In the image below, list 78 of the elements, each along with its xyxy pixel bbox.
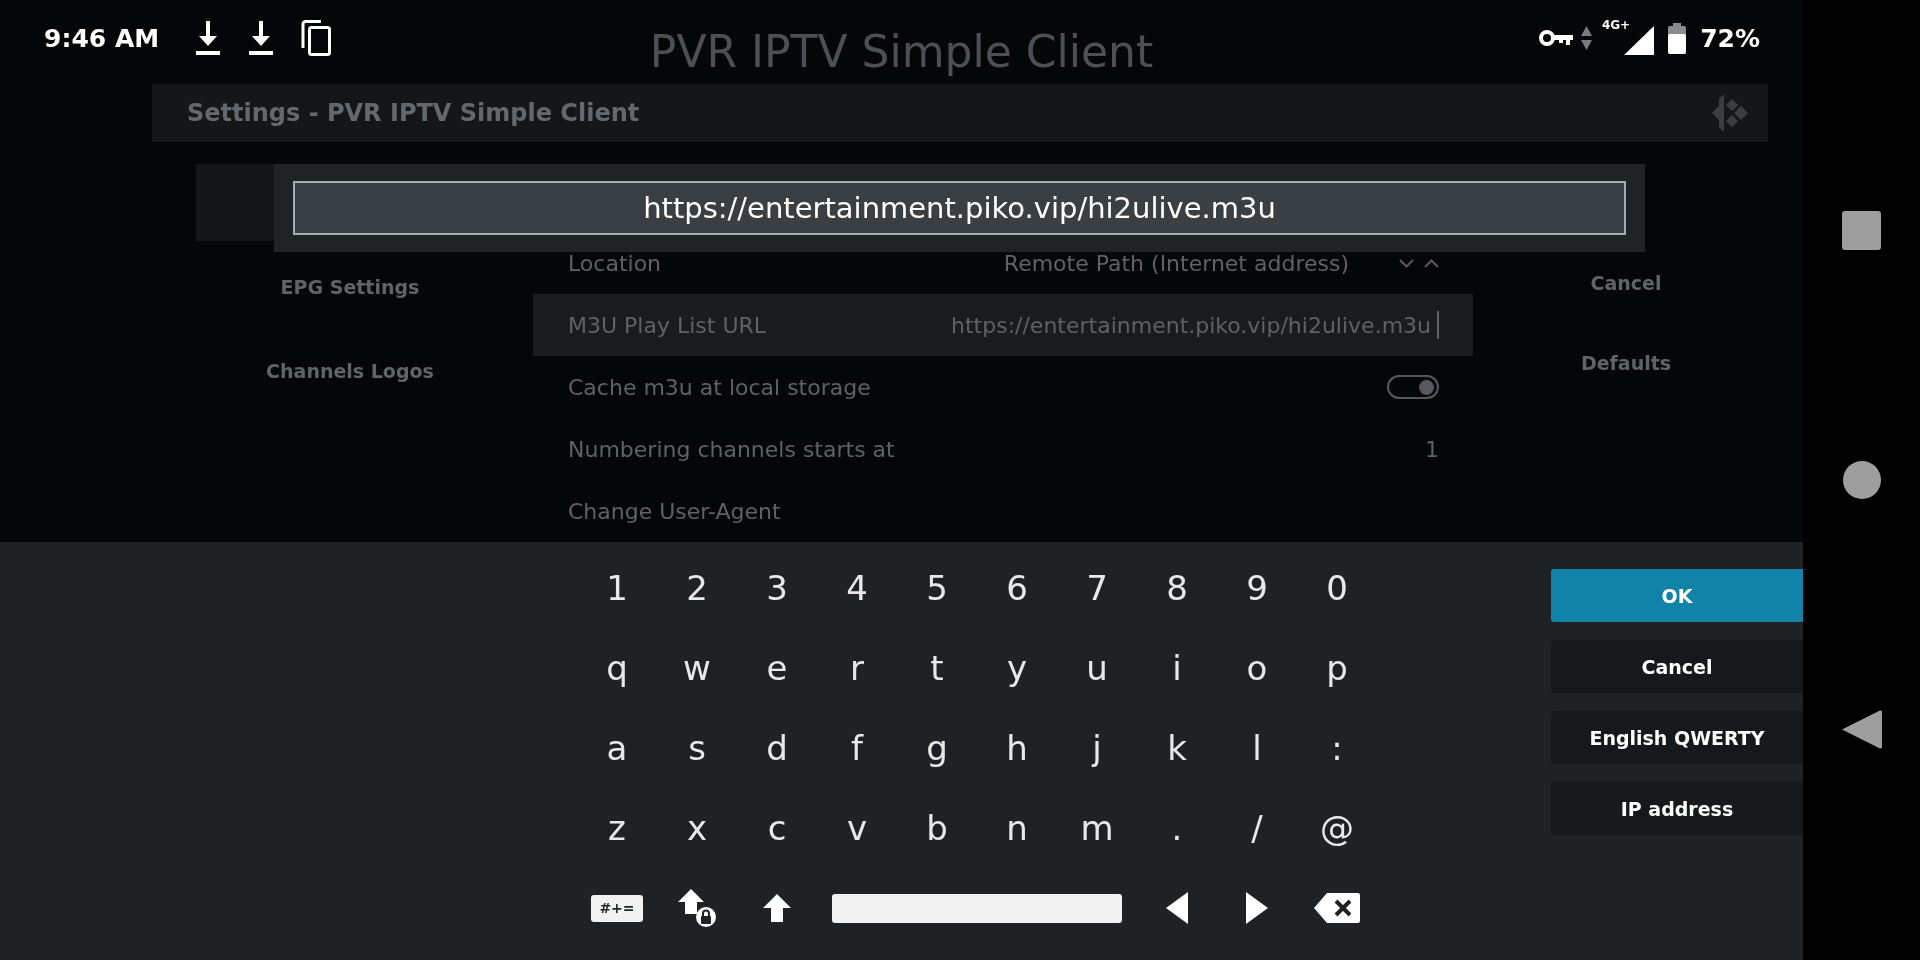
keyboard-key[interactable]: 2	[686, 569, 708, 607]
setting-label: Numbering channels starts at	[568, 436, 895, 462]
keyboard-key[interactable]: q	[606, 649, 628, 687]
keyboard-key[interactable]: 6	[1006, 569, 1028, 607]
keyboard-key[interactable]: w	[683, 649, 711, 687]
keyboard-key[interactable]: 9	[1246, 569, 1268, 607]
keyboard-key[interactable]: 0	[1326, 569, 1348, 607]
keyboard-key[interactable]: v	[846, 809, 868, 847]
setting-value: https://entertainment.piko.vip/hi2ulive.m3u	[951, 312, 1431, 338]
keyboard-key[interactable]: i	[1172, 649, 1182, 687]
keyboard-side-button[interactable]: IP address	[1551, 782, 1803, 835]
keyboard-key[interactable]: r	[850, 649, 864, 687]
keyboard-key[interactable]: y	[1006, 649, 1028, 687]
settings-window-title: Settings - PVR IPTV Simple Client	[187, 98, 640, 127]
shift-icon[interactable]	[762, 893, 792, 923]
setting-value: 1	[1425, 436, 1439, 462]
keyboard-key[interactable]: j	[1092, 729, 1102, 767]
keyboard-key[interactable]: l	[1252, 729, 1262, 767]
shift-lock-icon[interactable]	[677, 888, 717, 928]
keyboard-key[interactable]: f	[851, 729, 863, 767]
battery-icon	[1668, 22, 1687, 54]
keyboard-key[interactable]: m	[1080, 809, 1114, 847]
keyboard-key[interactable]: a	[606, 729, 628, 767]
download-icon	[248, 21, 275, 55]
keyboard-key[interactable]: o	[1246, 649, 1268, 687]
keyboard-key[interactable]: s	[688, 729, 706, 767]
keyboard-key[interactable]: p	[1326, 649, 1348, 687]
keyboard-side-button[interactable]: OK	[1551, 569, 1803, 622]
background-title: PVR IPTV Simple Client	[649, 26, 1154, 78]
keyboard-key[interactable]: d	[766, 729, 788, 767]
keyboard-key[interactable]: t	[930, 649, 944, 687]
keyboard-key[interactable]: c	[767, 809, 787, 847]
right-arrow-icon[interactable]	[1246, 892, 1268, 924]
back-icon[interactable]	[1841, 710, 1882, 749]
keyboard-key[interactable]: 5	[926, 569, 948, 607]
url-input-field[interactable]: https://entertainment.piko.vip/hi2ulive.m3u	[293, 181, 1626, 235]
key-icon	[1538, 29, 1573, 47]
diamond-logo-icon	[1710, 92, 1750, 133]
text-cursor	[1437, 311, 1439, 339]
keyboard-key[interactable]: e	[766, 649, 788, 687]
setting-label: M3U Play List URL	[568, 312, 767, 338]
status-time: 9:46 AM	[44, 23, 160, 53]
setting-label: Change User-Agent	[568, 498, 781, 524]
keyboard-key[interactable]: 7	[1086, 569, 1108, 607]
battery-percent: 72%	[1700, 23, 1760, 53]
circle-icon[interactable]	[1842, 461, 1881, 499]
download-icon	[195, 21, 222, 55]
keyboard-key[interactable]: @	[1320, 809, 1354, 847]
keyboard-key[interactable]: 3	[766, 569, 788, 607]
keyboard-key[interactable]: :	[1331, 729, 1343, 767]
keyboard-side-button[interactable]: Cancel	[1551, 640, 1803, 693]
keyboard-key[interactable]: u	[1086, 649, 1108, 687]
keyboard-side-button[interactable]: English QWERTY	[1551, 711, 1803, 764]
setting-label: Location	[568, 250, 662, 276]
keyboard-key[interactable]: g	[926, 729, 948, 767]
up-down-arrows-icon	[1580, 26, 1592, 50]
keyboard-key[interactable]: 8	[1166, 569, 1188, 607]
keyboard-key[interactable]: 4	[846, 569, 868, 607]
chevron-down-icon[interactable]	[1399, 258, 1414, 268]
network-type-label: 4G+	[1601, 17, 1631, 32]
keyboard-key[interactable]: k	[1167, 729, 1187, 767]
symbols-key[interactable]: #+=	[591, 894, 643, 922]
keyboard-key[interactable]: h	[1006, 729, 1028, 767]
keyboard-key[interactable]: b	[926, 809, 948, 847]
copy-icon	[301, 20, 332, 56]
keyboard-key[interactable]: x	[686, 809, 708, 847]
keyboard-key[interactable]: n	[1006, 809, 1028, 847]
setting-label: Cache m3u at local storage	[568, 374, 871, 400]
keyboard-key[interactable]: .	[1171, 809, 1183, 847]
setting-value: Remote Path (Internet address)	[1003, 250, 1349, 276]
toggle-switch[interactable]	[1387, 375, 1439, 399]
keyboard-key[interactable]: 1	[606, 569, 628, 607]
left-arrow-icon[interactable]	[1166, 892, 1188, 924]
backspace-icon[interactable]	[1314, 893, 1360, 923]
keyboard-key[interactable]: /	[1251, 809, 1263, 847]
space-bar-key[interactable]	[832, 893, 1122, 923]
keyboard-key[interactable]: z	[608, 809, 626, 847]
chevron-up-icon[interactable]	[1424, 258, 1439, 268]
